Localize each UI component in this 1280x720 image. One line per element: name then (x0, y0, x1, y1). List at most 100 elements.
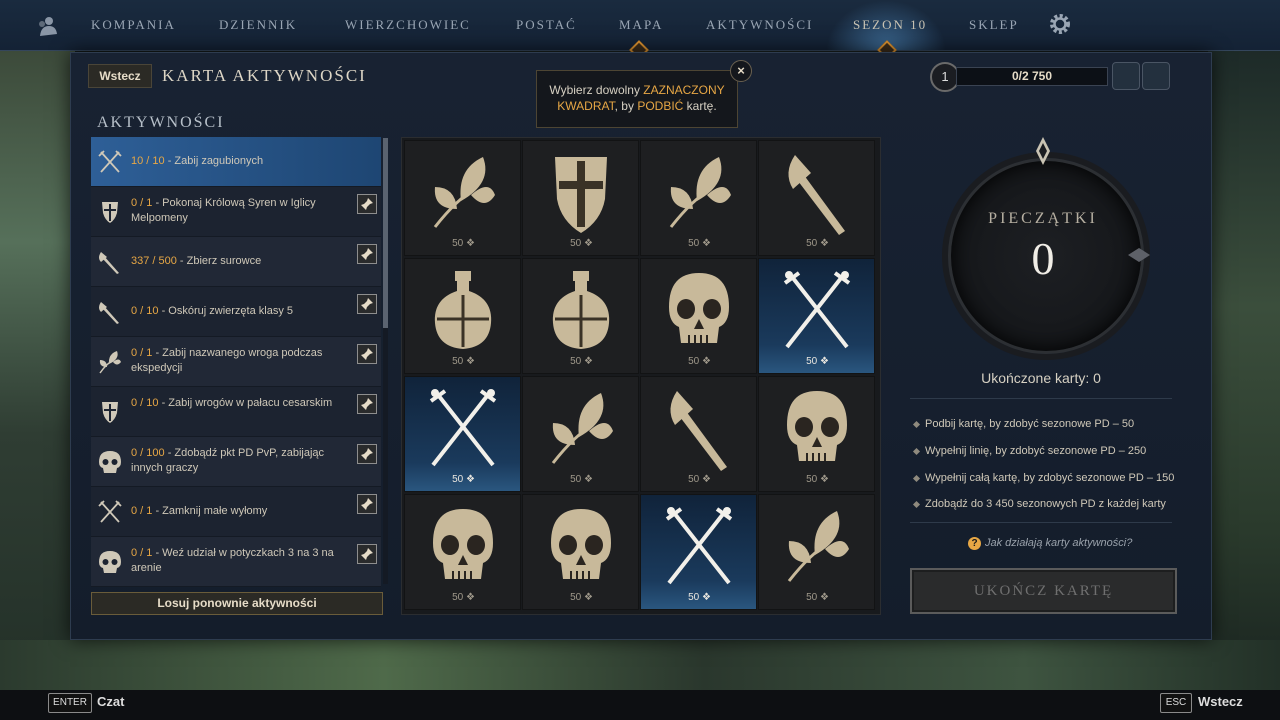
nav-kompania[interactable]: KOMPANIA (91, 17, 176, 33)
card-cell[interactable]: 50 ❖ (404, 494, 521, 610)
background-right (1208, 50, 1280, 690)
reward-info-text: Wypełnij linię, by zdobyć sezonowe PD – … (925, 445, 1147, 457)
xp-gem-icon: ❖ (463, 474, 475, 485)
nav-aktywnosci[interactable]: AKTYWNOŚCI (706, 17, 813, 33)
cell-points: 50 ❖ (759, 356, 876, 367)
activity-row[interactable]: 0 / 1 - Weź udział w potyczkach 3 na 3 n… (91, 537, 381, 587)
shield-icon (97, 199, 123, 225)
divider (910, 398, 1172, 399)
cell-points: 50 ❖ (405, 592, 522, 603)
card-cell[interactable]: 50 ❖ (758, 376, 875, 492)
cell-points-value: 50 (570, 356, 582, 367)
footer-back-button[interactable]: Wstecz (1198, 694, 1243, 709)
pin-activity-icon[interactable] (357, 494, 377, 514)
leaf-icon (97, 349, 123, 375)
activities-list: 10 / 10 - Zabij zagubionych 0 / 1 - Pokon… (91, 137, 381, 587)
background-left (0, 50, 75, 690)
activity-progress: 0 / 1 (131, 197, 153, 209)
activity-row[interactable]: 0 / 10 - Zabij wrogów w pałacu cesarskim (91, 387, 381, 437)
reward-info-line: Podbij kartę, by zdobyć sezonowe PD – 50 (912, 418, 1134, 430)
activity-row[interactable]: 0 / 100 - Zdobądź pkt PD PvP, zabijając … (91, 437, 381, 487)
pin-activity-icon[interactable] (357, 394, 377, 414)
activity-progress: 0 / 1 (131, 547, 153, 559)
pin-activity-icon[interactable] (357, 344, 377, 364)
social-icon[interactable] (36, 14, 60, 38)
pin-activity-icon[interactable] (357, 444, 377, 464)
card-cell[interactable]: 50 ❖ (404, 258, 521, 374)
xp-gem-icon: ❖ (581, 238, 593, 249)
card-cell[interactable]: 50 ❖ (522, 258, 639, 374)
pin-activity-icon[interactable] (357, 244, 377, 264)
activity-row[interactable]: 0 / 10 - Oskóruj zwierzęta klasy 5 (91, 287, 381, 337)
activity-row[interactable]: 337 / 500 - Zbierz surowce (91, 237, 381, 287)
help-question-icon: ? (968, 537, 981, 550)
reward-icon[interactable] (1112, 62, 1140, 90)
help-text: Jak działają karty aktywności? (985, 537, 1133, 549)
help-link[interactable]: ? Jak działają karty aktywności? (968, 537, 1132, 550)
cell-points-value: 50 (806, 356, 818, 367)
pin-activity-icon[interactable] (357, 194, 377, 214)
card-cell[interactable]: 50 ❖ (640, 258, 757, 374)
pin-activity-icon[interactable] (357, 294, 377, 314)
nav-sezon[interactable]: SEZON 10 (853, 17, 927, 33)
cell-points: 50 ❖ (759, 592, 876, 603)
card-cell[interactable]: 50 ❖ (640, 140, 757, 256)
back-button[interactable]: Wstecz (88, 64, 152, 88)
reward-icon[interactable] (1142, 62, 1170, 90)
card-cell[interactable]: 50 ❖ (758, 258, 875, 374)
settings-gear-icon[interactable] (1048, 12, 1072, 36)
activity-row[interactable]: 0 / 1 - Zabij nazwanego wroga podczas ek… (91, 337, 381, 387)
activity-progress: 0 / 10 (131, 397, 159, 409)
cell-points-value: 50 (806, 592, 818, 603)
complete-card-button[interactable]: UKOŃCZ KARTĘ (910, 568, 1177, 614)
nav-mapa[interactable]: MAPA (619, 17, 663, 33)
activity-label: - Zbierz surowce (176, 255, 262, 267)
card-cell[interactable]: 50 ❖ (522, 376, 639, 492)
bullet-icon (912, 420, 921, 428)
cell-points-value: 50 (452, 356, 464, 367)
card-cell[interactable]: 50 ❖ (640, 494, 757, 610)
tooltip-close-button[interactable]: × (730, 60, 752, 82)
card-cell[interactable]: 50 ❖ (522, 494, 639, 610)
activity-label: - Oskóruj zwierzęta klasy 5 (158, 305, 294, 317)
cell-points-value: 50 (806, 474, 818, 485)
bullet-icon (912, 474, 921, 482)
card-cell[interactable]: 50 ❖ (404, 376, 521, 492)
activity-progress: 0 / 100 (131, 447, 165, 459)
activity-row[interactable]: 0 / 1 - Pokonaj Królową Syren w Iglicy M… (91, 187, 381, 237)
activity-label: - Pokonaj Królową Syren w Iglicy Melpome… (131, 197, 316, 224)
xp-gem-icon: ❖ (463, 238, 475, 249)
reroll-activities-button[interactable]: Losuj ponownie aktywności (91, 592, 383, 615)
cell-points-value: 50 (452, 474, 464, 485)
pin-activity-icon[interactable] (357, 544, 377, 564)
reward-info-text: Zdobądź do 3 450 sezonowych PD z każdej … (925, 498, 1166, 510)
reward-info-line: Wypełnij linię, by zdobyć sezonowe PD – … (912, 445, 1147, 457)
tooltip-highlight: ZAZNACZONY (643, 83, 725, 97)
shield-icon (97, 399, 123, 425)
cell-points-value: 50 (570, 474, 582, 485)
activity-row[interactable]: 0 / 1 - Zamknij małe wyłomy (91, 487, 381, 537)
reward-info-line: Zdobądź do 3 450 sezonowych PD z każdej … (912, 498, 1166, 510)
activities-scrollbar-thumb[interactable] (383, 138, 388, 328)
nav-postac[interactable]: POSTAĆ (516, 17, 577, 33)
activity-text: 0 / 1 - Pokonaj Królową Syren w Iglicy M… (131, 196, 351, 226)
nav-sklep[interactable]: SKLEP (969, 17, 1019, 33)
activity-row[interactable]: 10 / 10 - Zabij zagubionych (91, 137, 381, 187)
card-cell[interactable]: 50 ❖ (758, 140, 875, 256)
activity-progress: 0 / 10 (131, 305, 159, 317)
tooltip-highlight: PODBIĆ (637, 99, 684, 113)
card-cell[interactable]: 50 ❖ (758, 494, 875, 610)
axe-icon (97, 249, 123, 275)
card-cell[interactable]: 50 ❖ (522, 140, 639, 256)
nav-wierzchowiec[interactable]: WIERZCHOWIEC (345, 17, 471, 33)
card-cell[interactable]: 50 ❖ (404, 140, 521, 256)
card-cell[interactable]: 50 ❖ (640, 376, 757, 492)
skull-icon (97, 449, 123, 475)
cell-points-value: 50 (688, 474, 700, 485)
chat-button[interactable]: Czat (97, 694, 124, 709)
tooltip-text: kartę. (683, 99, 717, 113)
reward-info-text: Wypełnij całą kartę, by zdobyć sezonowe … (925, 472, 1175, 484)
nav-dziennik[interactable]: DZIENNIK (219, 17, 297, 33)
esc-key-hint: ESC (1160, 693, 1192, 713)
cell-points: 50 ❖ (405, 356, 522, 367)
